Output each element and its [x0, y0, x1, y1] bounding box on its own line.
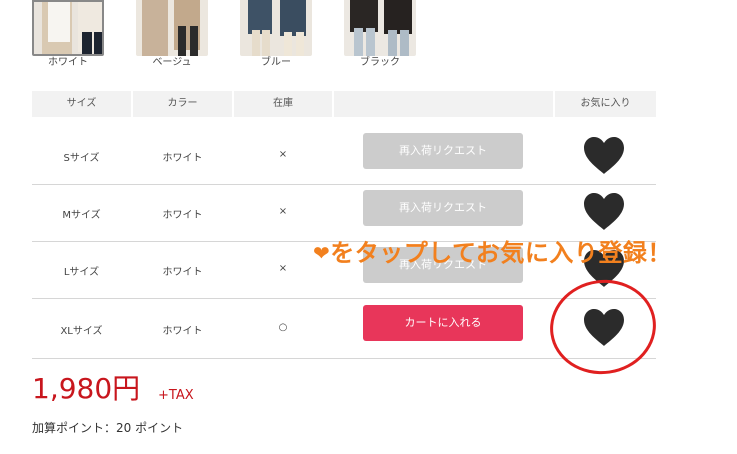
swatch-beige-image [136, 0, 208, 56]
table-row: Sサイズ ホワイト × 再入荷リクエスト [32, 127, 656, 185]
swatch-black-label: ブラック [360, 57, 400, 68]
heart-icon[interactable] [582, 136, 626, 176]
header-size: サイズ [32, 91, 131, 117]
swatch-blue[interactable]: ブルー [240, 0, 312, 68]
color-cell: ホワイト [162, 326, 203, 337]
swatch-black-image [344, 0, 416, 56]
size-cell: Lサイズ [63, 267, 100, 278]
add-to-cart-button[interactable]: カートに入れる [363, 305, 523, 341]
header-stock: 在庫 [234, 91, 332, 117]
points-info: 加算ポイント：20 ポイント [32, 421, 184, 435]
table-row: Mサイズ ホワイト × 再入荷リクエスト [32, 185, 656, 242]
swatch-beige-label: ベージュ [152, 57, 192, 68]
stock-cell: ○ [278, 322, 288, 333]
restock-request-button[interactable]: 再入荷リクエスト [363, 133, 523, 169]
restock-request-button[interactable]: 再入荷リクエスト [363, 190, 523, 226]
price: 1,980円 [32, 372, 141, 405]
header-action [334, 91, 553, 117]
header-favorite: お気に入り [555, 91, 656, 117]
favorite-instruction-annotation: ❤をタップしてお気に入り登録！ [313, 236, 672, 270]
swatch-blue-label: ブルー [261, 57, 291, 68]
swatch-beige[interactable]: ベージュ [136, 0, 208, 68]
swatch-black[interactable]: ブラック [344, 0, 416, 68]
color-cell: ホワイト [162, 267, 203, 278]
stock-cell: × [278, 206, 288, 217]
product-variant-page: ホワイト ベージュ ブルー ブラック サイズ カラー 在庫 お気に入り Sサイズ… [0, 0, 737, 454]
orange-heart-icon: ❤ [313, 241, 331, 265]
swatch-white-label: ホワイト [48, 57, 88, 68]
swatch-blue-image [240, 0, 312, 56]
stock-cell: × [278, 149, 288, 160]
swatch-white[interactable]: ホワイト [32, 0, 104, 68]
heart-icon[interactable] [582, 192, 626, 232]
color-cell: ホワイト [162, 210, 203, 221]
size-cell: XLサイズ [60, 326, 103, 337]
size-cell: Sサイズ [63, 153, 100, 164]
header-color: カラー [133, 91, 232, 117]
annotation-text: をタップしてお気に入り登録！ [330, 239, 672, 267]
swatch-white-image [32, 0, 104, 56]
color-cell: ホワイト [162, 153, 203, 164]
size-cell: Mサイズ [62, 210, 101, 221]
table-header: サイズ カラー 在庫 お気に入り [32, 91, 656, 117]
tax-label: +TAX [158, 388, 194, 403]
